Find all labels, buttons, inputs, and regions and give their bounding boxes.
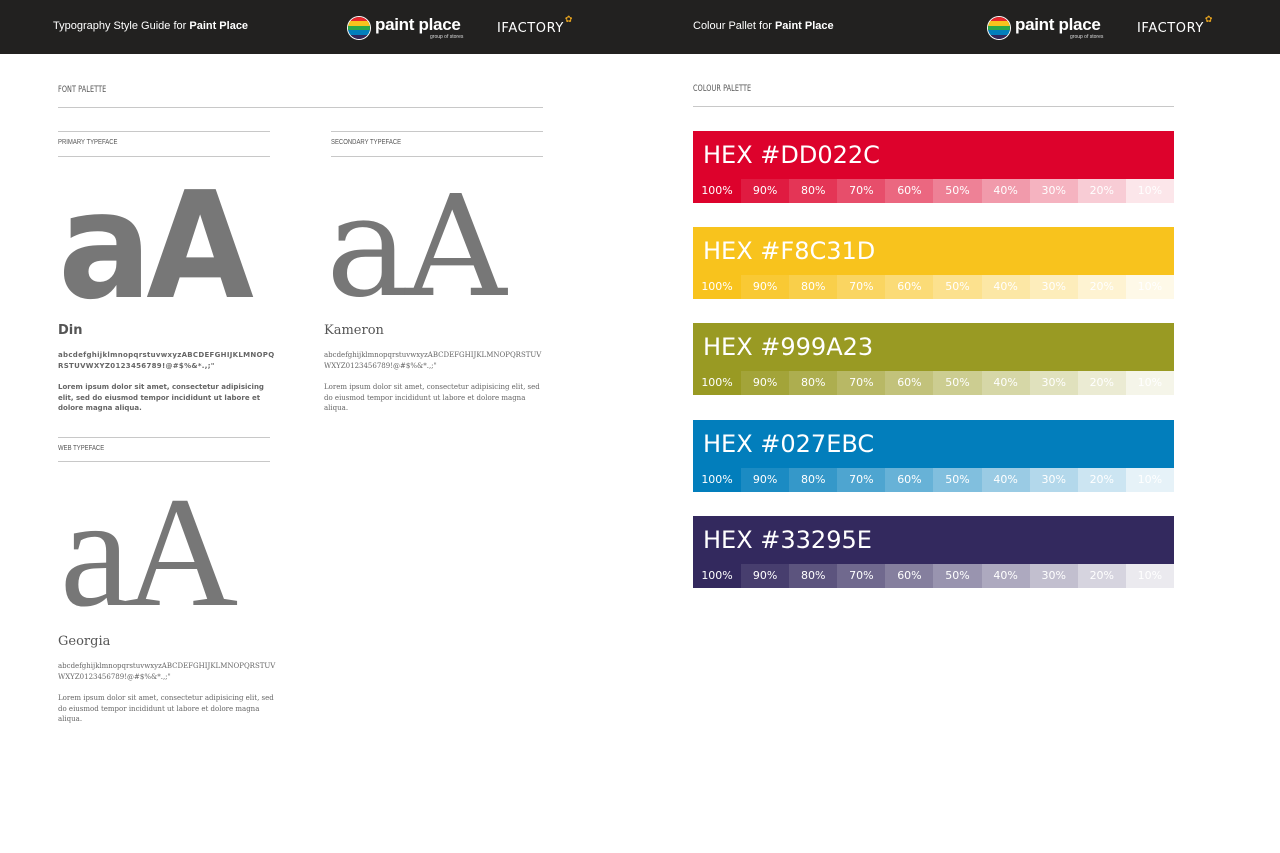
colour-palette-heading: COLOUR PALETTE <box>693 84 752 94</box>
divider <box>331 131 543 132</box>
tint-cell: 50% <box>933 468 982 492</box>
colour-swatch: HEX #F8C31D 100% 90% 80% 70% 60% 50% 40% 30% 20% 1… <box>693 227 1174 299</box>
tint-cell: 40% <box>981 275 1030 299</box>
secondary-typeface-sample: aA <box>326 166 507 329</box>
tint-cell: 40% <box>981 564 1030 588</box>
tint-cell: 80% <box>789 275 838 299</box>
divider <box>693 106 1174 107</box>
swatch-hex-label: HEX #027EBC <box>693 420 1174 468</box>
tint-cell: 60% <box>885 371 934 395</box>
divider <box>58 437 270 438</box>
tint-cell: 60% <box>885 179 934 203</box>
tint-cell: 20% <box>1077 179 1126 203</box>
tint-cell: 20% <box>1077 275 1126 299</box>
tint-cell: 90% <box>741 564 790 588</box>
tint-cell: 60% <box>885 468 934 492</box>
colour-swatch: HEX #DD022C 100% 90% 80% 70% 60% 50% 40% 30% 20% 1… <box>693 131 1174 203</box>
tint-cell: 60% <box>885 275 934 299</box>
primary-typeface-sample: aA <box>58 160 254 332</box>
tint-cell: 90% <box>741 275 790 299</box>
tint-cell: 30% <box>1029 179 1078 203</box>
tint-cell: 100% <box>693 468 742 492</box>
secondary-typeface-name: Kameron <box>324 323 384 338</box>
tint-cell: 80% <box>789 371 838 395</box>
tint-cell: 50% <box>933 179 982 203</box>
secondary-typeface-alphabet: abcdefghijklmnopqrstuvwxyzABCDEFGHIJKLMN… <box>324 351 542 370</box>
primary-typeface-alphabet: abcdefghijklmnopqrstuvwxyzABCDEFGHIJKLMN… <box>58 351 275 370</box>
tint-cell: 70% <box>837 371 886 395</box>
colour-swatch: HEX #33295E 100% 90% 80% 70% 60% 50% 40% 30% 20% 1… <box>693 516 1174 588</box>
tint-cell: 90% <box>741 179 790 203</box>
web-typeface-alphabet: abcdefghijklmnopqrstuvwxyzABCDEFGHIJKLMN… <box>58 662 276 681</box>
tint-cell: 100% <box>693 179 742 203</box>
web-typeface-lorem: Lorem ipsum dolor sit amet, consectetur … <box>58 694 274 723</box>
tint-cell: 70% <box>837 468 886 492</box>
tint-cell: 30% <box>1029 564 1078 588</box>
font-palette-heading: FONT PALETTE <box>58 85 107 95</box>
logo-ball-icon <box>347 16 371 40</box>
header-bar: Typography Style Guide for Paint Place p… <box>0 0 1280 54</box>
secondary-typeface-lorem: Lorem ipsum dolor sit amet, consectetur … <box>324 383 540 412</box>
tint-cell: 50% <box>933 275 982 299</box>
web-typeface-sample: aA <box>60 465 238 640</box>
primary-typeface-name: Din <box>58 323 83 338</box>
tint-cell: 10% <box>1125 371 1174 395</box>
tint-cell: 30% <box>1029 275 1078 299</box>
tint-cell: 70% <box>837 564 886 588</box>
tint-cell: 40% <box>981 371 1030 395</box>
divider <box>58 107 543 108</box>
secondary-typeface-label: SECONDARY TYPEFACE <box>331 139 402 146</box>
typography-guide-title: Typography Style Guide for Paint Place <box>53 20 249 32</box>
web-typeface-name: Georgia <box>58 634 111 649</box>
ifactory-logo: IFACTORY ✿ <box>1137 15 1213 36</box>
tint-cell: 100% <box>693 371 742 395</box>
tint-cell: 80% <box>789 564 838 588</box>
tint-cell: 10% <box>1125 179 1174 203</box>
divider <box>331 156 543 157</box>
colour-swatch: HEX #027EBC 100% 90% 80% 70% 60% 50% 40% 30% 20% 1… <box>693 420 1174 492</box>
divider <box>58 461 270 462</box>
primary-typeface-lorem: Lorem ipsum dolor sit amet, consectetur … <box>58 383 264 412</box>
swatch-hex-label: HEX #F8C31D <box>693 227 1174 275</box>
tint-cell: 90% <box>741 468 790 492</box>
tint-cell: 10% <box>1125 564 1174 588</box>
ifactory-logo: IFACTORY ✿ <box>497 15 573 36</box>
web-typeface-label: WEB TYPEFACE <box>58 445 105 452</box>
tint-cell: 30% <box>1029 468 1078 492</box>
tint-cell: 20% <box>1077 371 1126 395</box>
tint-cell: 40% <box>981 179 1030 203</box>
tint-cell: 50% <box>933 564 982 588</box>
flower-icon: ✿ <box>1204 15 1213 25</box>
tint-cell: 100% <box>693 275 742 299</box>
tint-cell: 20% <box>1077 564 1126 588</box>
tint-cell: 70% <box>837 275 886 299</box>
tint-cell: 70% <box>837 179 886 203</box>
flower-icon: ✿ <box>564 15 573 25</box>
tint-cell: 60% <box>885 564 934 588</box>
swatch-hex-label: HEX #DD022C <box>693 131 1174 179</box>
divider <box>58 131 270 132</box>
swatch-hex-label: HEX #999A23 <box>693 323 1174 371</box>
tint-cell: 80% <box>789 179 838 203</box>
tint-cell: 50% <box>933 371 982 395</box>
colour-swatch: HEX #999A23 100% 90% 80% 70% 60% 50% 40% 30% 20% 1… <box>693 323 1174 395</box>
logo-ball-icon <box>987 16 1011 40</box>
colour-pallet-title: Colour Pallet for Paint Place <box>693 20 834 32</box>
primary-typeface-label: PRIMARY TYPEFACE <box>58 139 118 146</box>
tint-cell: 80% <box>789 468 838 492</box>
tint-cell: 40% <box>981 468 1030 492</box>
swatch-hex-label: HEX #33295E <box>693 516 1174 564</box>
divider <box>58 156 270 157</box>
tint-cell: 90% <box>741 371 790 395</box>
tint-cell: 20% <box>1077 468 1126 492</box>
tint-cell: 30% <box>1029 371 1078 395</box>
tint-cell: 10% <box>1125 275 1174 299</box>
tint-cell: 100% <box>693 564 742 588</box>
tint-cell: 10% <box>1125 468 1174 492</box>
